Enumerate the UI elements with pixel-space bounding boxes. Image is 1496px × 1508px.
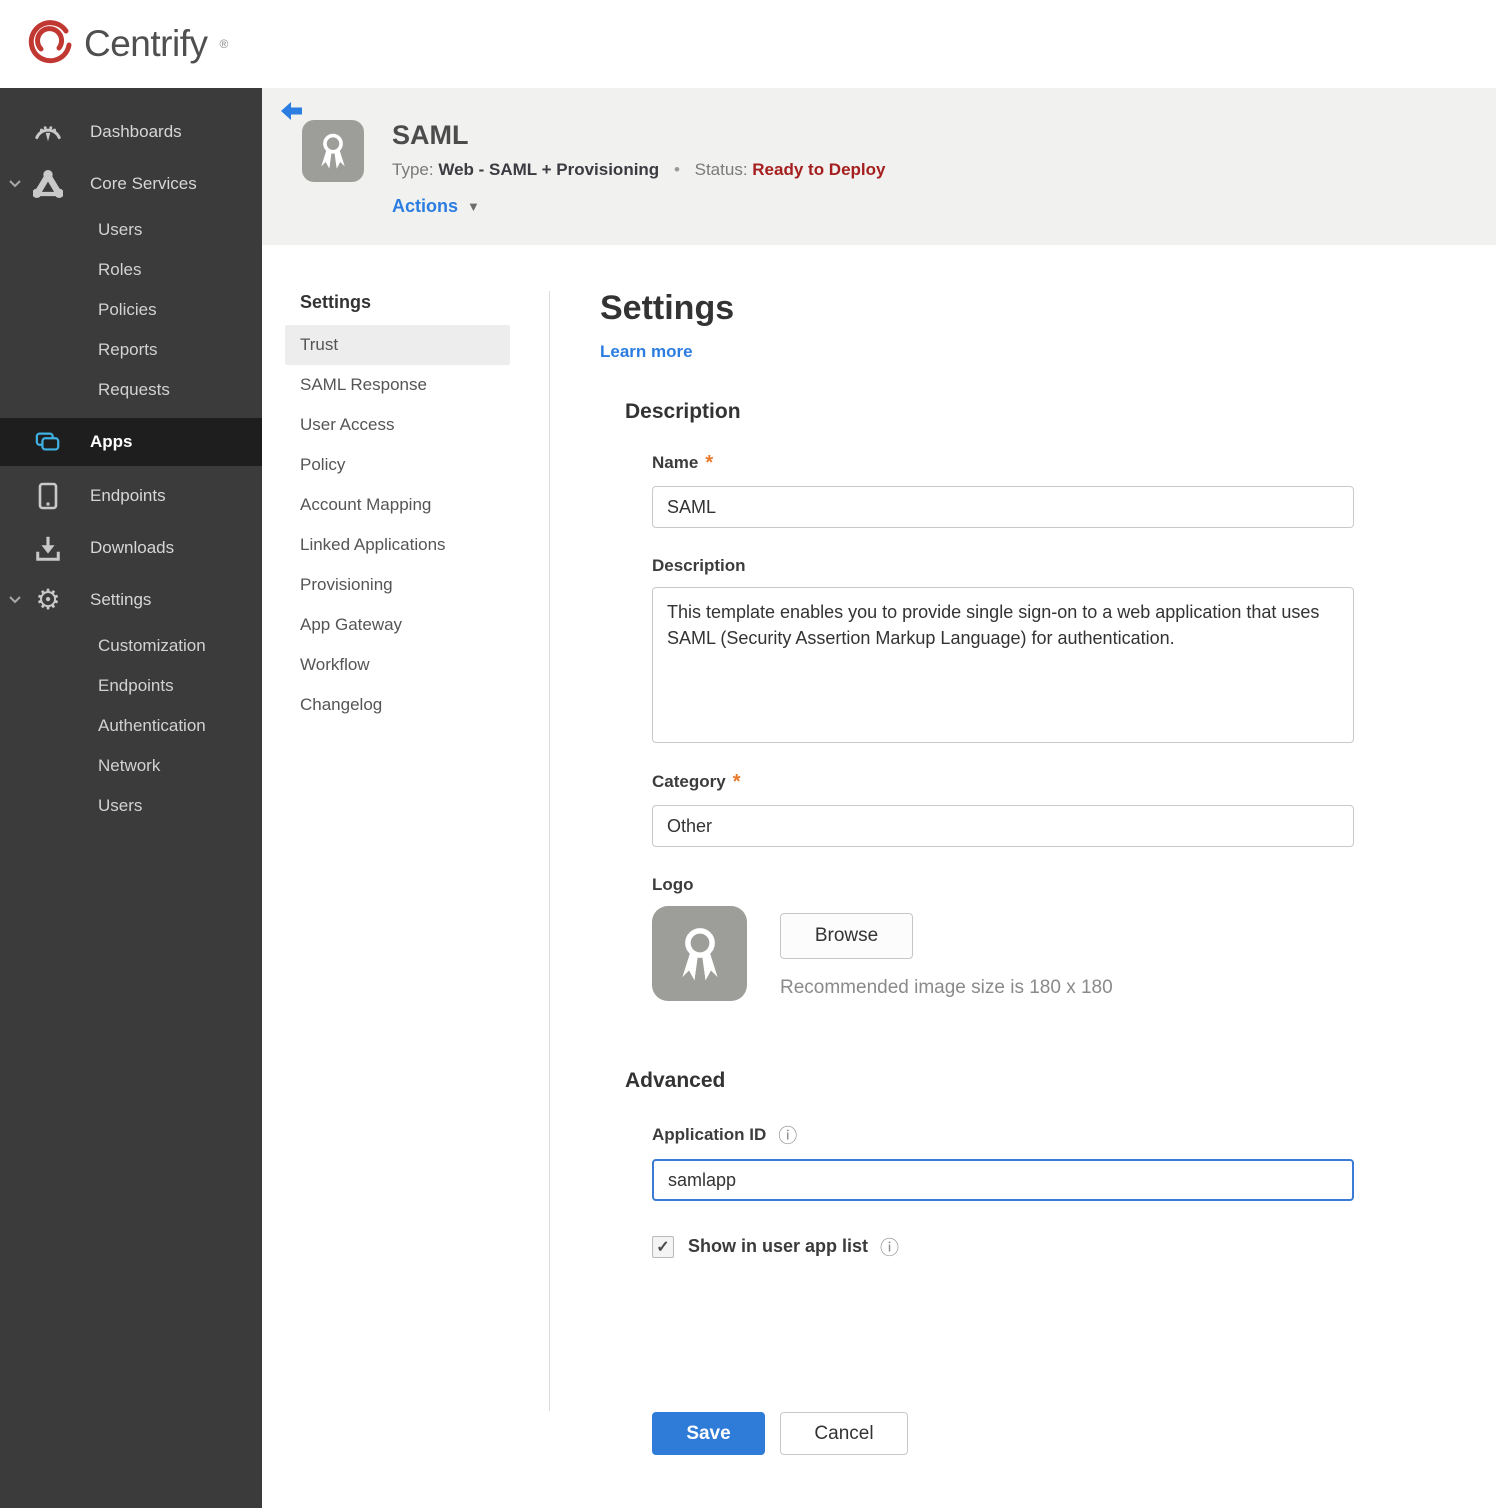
actions-dropdown[interactable]: Actions ▼: [392, 196, 885, 217]
actions-label: Actions: [392, 196, 459, 216]
required-asterisk: *: [732, 771, 741, 793]
sidebar-item-dashboards[interactable]: Dashboards: [0, 106, 262, 158]
subnav-item-policy[interactable]: Policy: [285, 445, 510, 485]
sidebar-item-apps[interactable]: Apps: [0, 418, 262, 466]
core-services-submenu: Users Roles Policies Reports Requests: [0, 210, 262, 410]
info-icon[interactable]: ⓘ: [778, 1126, 797, 1147]
status-value: Ready to Deploy: [752, 160, 886, 179]
category-label: Category: [652, 772, 726, 791]
sidebar-item-label: Downloads: [90, 538, 175, 557]
sidebar-item-core-services[interactable]: Core Services: [0, 158, 262, 210]
subnav-item-trust[interactable]: Trust: [285, 325, 510, 365]
centrify-swirl-icon: [26, 18, 74, 71]
brand-logo: Centrify ®: [26, 18, 228, 71]
main-area: SAML Type: Web - SAML + Provisioning • S…: [262, 88, 1496, 1508]
sidebar-item-label: Core Services: [90, 174, 197, 193]
subnav-item-provisioning[interactable]: Provisioning: [285, 565, 510, 605]
sidebar-item-label: Apps: [90, 432, 133, 451]
application-id-label: Application ID: [652, 1125, 767, 1144]
name-field[interactable]: [652, 486, 1354, 528]
sidebar-item-label: Dashboards: [90, 122, 182, 141]
meta-separator: •: [673, 160, 680, 179]
top-bar: Centrify ®: [0, 0, 1496, 88]
subnav-item-saml-response[interactable]: SAML Response: [285, 365, 510, 405]
brand-name: Centrify: [84, 23, 208, 64]
app-title: SAML: [392, 120, 469, 150]
sidebar-item-users[interactable]: Users: [0, 210, 262, 250]
settings-submenu: Customization Endpoints Authentication N…: [0, 626, 262, 826]
settings-form: Settings Learn more Description Name * De…: [600, 287, 1370, 1508]
sidebar-item-customization[interactable]: Customization: [0, 626, 262, 666]
sidebar-item-policies[interactable]: Policies: [0, 290, 262, 330]
info-icon[interactable]: ⓘ: [880, 1233, 899, 1260]
required-asterisk: *: [705, 452, 714, 474]
save-button[interactable]: Save: [652, 1412, 765, 1455]
sidebar-item-authentication[interactable]: Authentication: [0, 706, 262, 746]
show-in-user-app-list-checkbox[interactable]: ✓: [652, 1235, 674, 1258]
chevron-down-icon: [8, 590, 22, 610]
sidebar-item-downloads[interactable]: Downloads: [0, 522, 262, 574]
page-section-title: Settings: [600, 289, 735, 327]
settings-subnav: Settings Trust SAML Response User Access…: [262, 287, 549, 1508]
logo-size-hint: Recommended image size is 180 x 180: [780, 977, 1113, 998]
subnav-item-user-access[interactable]: User Access: [285, 405, 510, 445]
centrify-admin-portal: Centrify ® Dashboards Core Services User…: [0, 0, 1496, 1508]
vertical-divider: [549, 291, 550, 1411]
sidebar-item-roles[interactable]: Roles: [0, 250, 262, 290]
gauge-icon: [32, 118, 64, 146]
sidebar-item-label: Endpoints: [90, 486, 166, 505]
app-header-band: SAML Type: Web - SAML + Provisioning • S…: [262, 88, 1496, 245]
chevron-down-icon: [8, 174, 22, 194]
type-label: Type:: [392, 160, 434, 179]
logo-preview-ribbon: [652, 906, 747, 1001]
gear-icon: ⚙: [35, 584, 61, 615]
subnav-item-linked-applications[interactable]: Linked Applications: [285, 525, 510, 565]
subnav-item-workflow[interactable]: Workflow: [285, 645, 510, 685]
type-value: Web - SAML + Provisioning: [438, 160, 660, 179]
caret-down-icon: ▼: [467, 199, 480, 214]
apps-icon: [32, 429, 64, 455]
core-services-icon: [32, 170, 64, 198]
subnav-item-account-mapping[interactable]: Account Mapping: [285, 485, 510, 525]
category-field[interactable]: [652, 805, 1354, 847]
app-icon-ribbon: [302, 120, 364, 182]
status-label: Status:: [694, 160, 748, 179]
subnav-item-changelog[interactable]: Changelog: [285, 685, 510, 725]
description-label: Description: [652, 556, 746, 575]
subnav-heading: Settings: [300, 292, 372, 312]
show-in-user-app-list-label: Show in user app list: [688, 1236, 869, 1256]
sidebar-item-endpoints-settings[interactable]: Endpoints: [0, 666, 262, 706]
back-arrow-icon[interactable]: [280, 101, 306, 128]
download-icon: [32, 534, 64, 562]
sidebar-item-endpoints[interactable]: Endpoints: [0, 470, 262, 522]
sidebar-item-settings[interactable]: ⚙ Settings: [0, 574, 262, 626]
sidebar-item-label: Settings: [90, 590, 152, 609]
device-icon: [32, 481, 64, 511]
learn-more-link[interactable]: Learn more: [600, 342, 693, 362]
sidebar-item-reports[interactable]: Reports: [0, 330, 262, 370]
description-field[interactable]: This template enables you to provide sin…: [652, 587, 1354, 743]
sidebar-item-network[interactable]: Network: [0, 746, 262, 786]
advanced-section-heading: Advanced: [625, 1069, 726, 1092]
name-label: Name: [652, 453, 699, 472]
application-id-field[interactable]: [652, 1159, 1354, 1201]
description-section-heading: Description: [625, 400, 741, 423]
cancel-button[interactable]: Cancel: [780, 1412, 908, 1455]
registered-mark: ®: [219, 37, 229, 51]
subnav-item-app-gateway[interactable]: App Gateway: [285, 605, 510, 645]
sidebar-nav: Dashboards Core Services Users Roles Pol…: [0, 88, 262, 1508]
logo-label: Logo: [652, 875, 694, 894]
app-meta: Type: Web - SAML + Provisioning • Status…: [392, 160, 885, 180]
sidebar-item-requests[interactable]: Requests: [0, 370, 262, 410]
sidebar-item-users-settings[interactable]: Users: [0, 786, 262, 826]
browse-button[interactable]: Browse: [780, 913, 913, 959]
